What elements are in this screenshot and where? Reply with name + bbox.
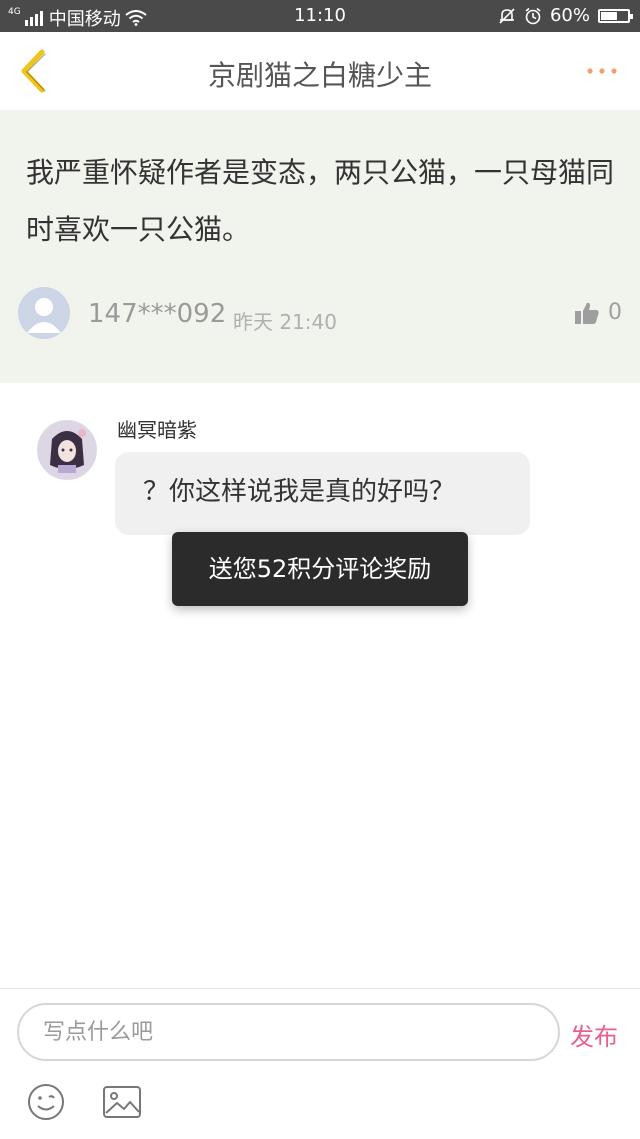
thumbs-up-icon <box>575 302 599 324</box>
page-title: 京剧猫之白糖少主 <box>207 59 432 92</box>
battery-icon <box>598 8 633 23</box>
comment-bubble: ？你这样说我是真的好吗？ <box>115 452 530 535</box>
post-content: 我严重怀疑作者是变态，两只公猫，一只母猫同时喜欢一只公猫。 <box>26 156 615 246</box>
emoji-icon[interactable] <box>26 1082 66 1122</box>
status-bar: 4G 中国移动 11:10 60% <box>0 0 640 32</box>
anime-avatar-icon <box>38 421 96 479</box>
commenter-username[interactable]: 幽冥暗紫 <box>117 414 197 443</box>
header: 京剧猫之白糖少主 <box>0 32 640 111</box>
default-avatar-icon <box>18 287 70 339</box>
commenter-avatar[interactable] <box>37 420 97 480</box>
like-button[interactable]: 0 <box>574 300 622 325</box>
post-timestamp: 昨天 21:40 <box>233 310 337 334</box>
comment-bar: 发布 <box>0 988 640 1139</box>
like-count: 0 <box>608 300 622 325</box>
battery-percent: 60% <box>549 5 590 26</box>
status-right: 60% <box>498 5 633 26</box>
back-arrow-icon[interactable] <box>14 48 54 94</box>
post-username[interactable]: 147***092 <box>88 299 226 329</box>
image-picker-icon[interactable] <box>102 1085 142 1119</box>
more-dots-icon[interactable] <box>582 56 622 86</box>
publish-button[interactable]: 发布 <box>570 1017 618 1052</box>
comment-input[interactable] <box>17 1003 560 1061</box>
mute-bell-icon <box>499 7 515 24</box>
alarm-icon <box>525 7 541 24</box>
reward-toast: 送您52积分评论奖励 <box>172 532 468 606</box>
post-avatar[interactable] <box>18 287 70 339</box>
original-post: 我严重怀疑作者是变态，两只公猫，一只母猫同时喜欢一只公猫。 147***092 … <box>0 110 640 383</box>
